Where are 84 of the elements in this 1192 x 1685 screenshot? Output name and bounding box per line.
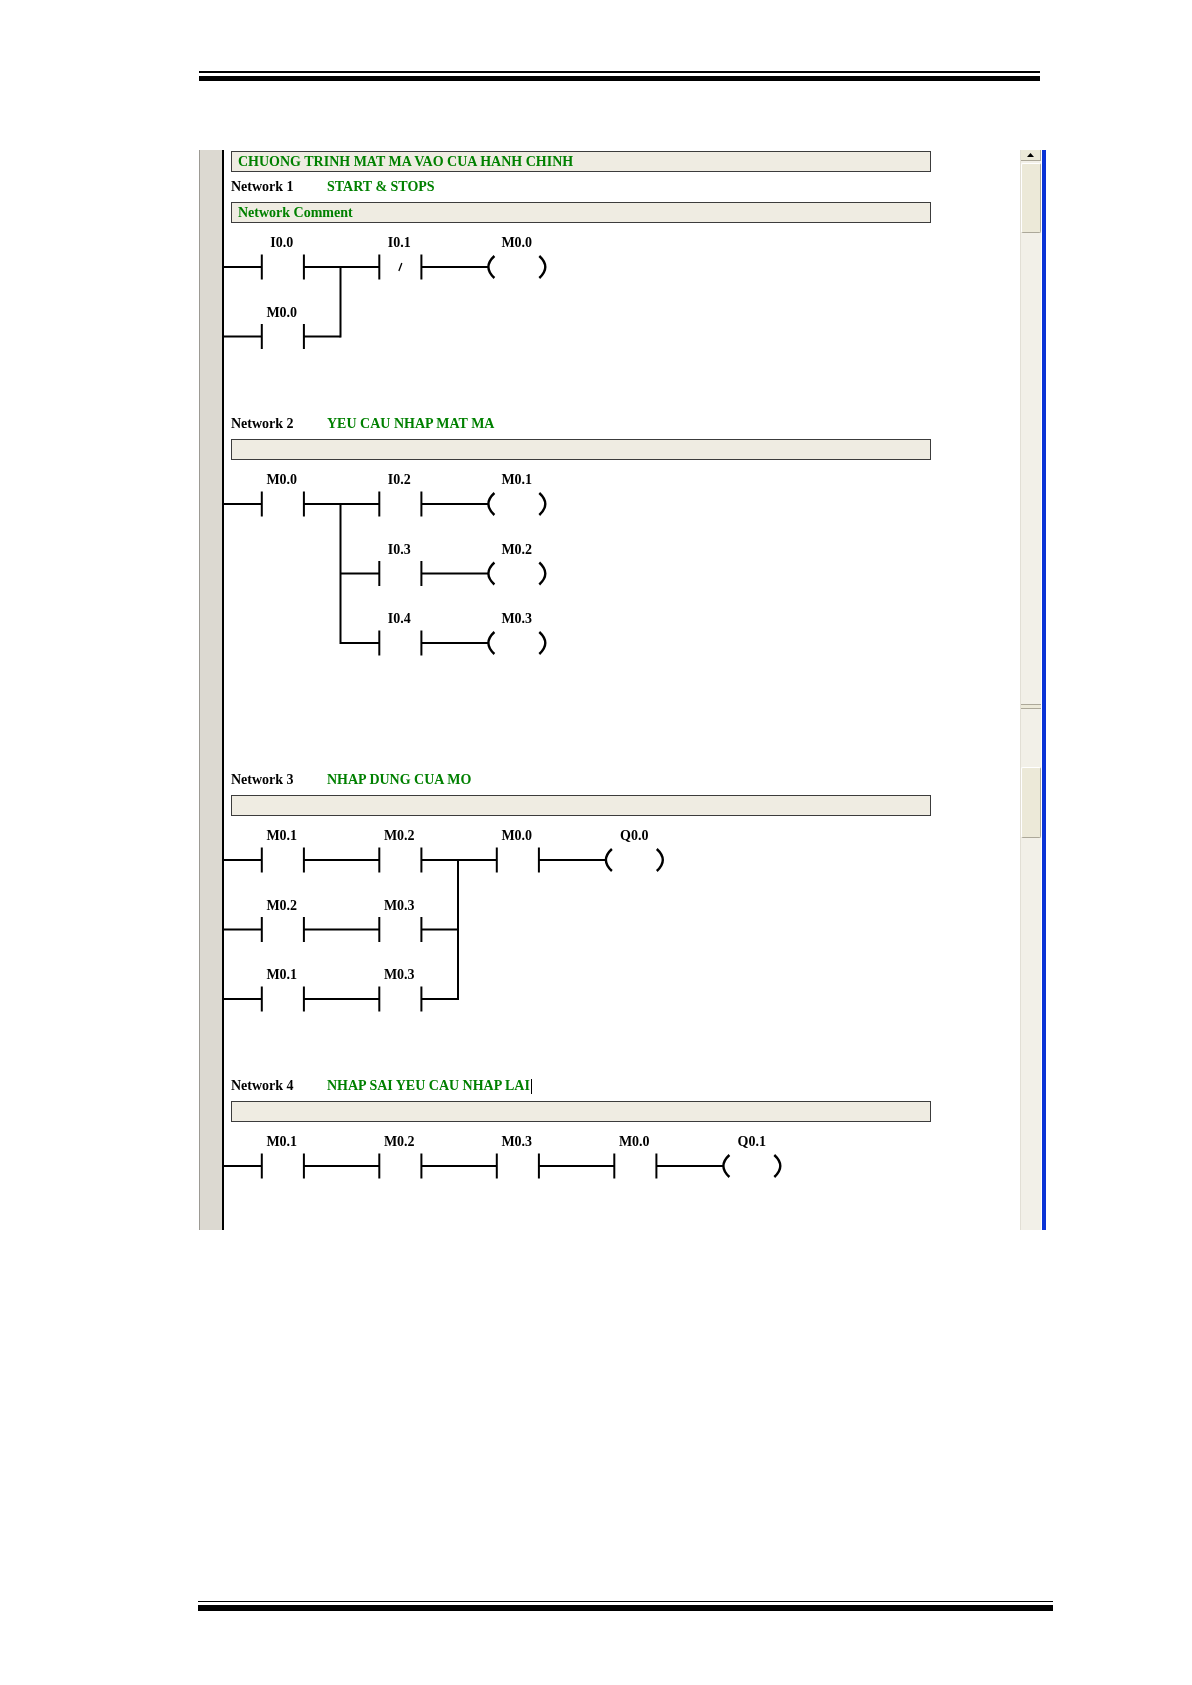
normally-open-contact bbox=[378, 629, 423, 656]
output-coil bbox=[487, 491, 547, 516]
operand-label: M0.0 bbox=[266, 471, 298, 487]
scrollbar-thumb[interactable] bbox=[1021, 163, 1041, 233]
operand-label: M0.0 bbox=[501, 828, 533, 843]
comment-field[interactable] bbox=[231, 438, 931, 460]
rung-wire bbox=[224, 859, 263, 861]
operand-label: M0.1 bbox=[266, 828, 298, 843]
normally-open-contact bbox=[378, 916, 423, 943]
operand-label: M0.2 bbox=[383, 1134, 415, 1149]
program-comment-field[interactable]: CHUONG TRINH MAT MA VAO CUA HANH CHINH bbox=[231, 151, 931, 172]
operand-label: I0.1 bbox=[387, 235, 411, 250]
operand-label: I0.3 bbox=[387, 541, 411, 556]
operand-label: M0.2 bbox=[501, 541, 533, 556]
output-coil bbox=[487, 561, 547, 585]
rung-wire bbox=[420, 928, 459, 931]
scrollbar-thumb[interactable] bbox=[1021, 767, 1041, 838]
network-label: Network 4 bbox=[231, 1079, 295, 1093]
operand-label: M0.1 bbox=[501, 471, 533, 487]
operand-label: M0.2 bbox=[266, 897, 298, 913]
operand-label: I0.2 bbox=[387, 471, 411, 487]
rung-wire bbox=[339, 572, 381, 574]
normally-open-contact bbox=[378, 490, 423, 517]
rung-wire bbox=[224, 335, 263, 338]
normally-open-contact bbox=[260, 916, 305, 943]
rung-wire bbox=[224, 266, 263, 268]
operand-label: M0.3 bbox=[383, 897, 415, 913]
output-coil bbox=[604, 848, 664, 872]
operand-label: Q0.1 bbox=[737, 1134, 766, 1149]
operand-label: M0.0 bbox=[266, 304, 298, 320]
output-coil bbox=[487, 630, 547, 655]
normally-open-contact bbox=[260, 253, 305, 281]
normally-open-contact bbox=[260, 490, 305, 517]
network-title: NHAP DUNG CUA MO bbox=[327, 773, 472, 787]
operand-label: Q0.0 bbox=[620, 828, 649, 843]
network-title: YEU CAU NHAP MAT MA bbox=[327, 416, 495, 431]
rung-wire bbox=[224, 928, 263, 931]
normally-open-contact bbox=[495, 846, 540, 874]
normally-open-contact bbox=[613, 1152, 658, 1180]
normally-open-contact bbox=[378, 985, 423, 1013]
scroll-up-button[interactable] bbox=[1021, 150, 1041, 161]
scroll-down-button[interactable] bbox=[1021, 704, 1041, 709]
output-coil bbox=[487, 255, 547, 279]
rung-wire bbox=[655, 1165, 725, 1167]
operand-label: M0.0 bbox=[501, 235, 533, 250]
operand-label: M0.3 bbox=[501, 610, 533, 626]
operand-label: M0.3 bbox=[501, 1134, 533, 1149]
operand-label: M0.2 bbox=[383, 828, 415, 843]
rung-wire bbox=[420, 502, 490, 505]
up-triangle-icon bbox=[1027, 153, 1034, 157]
network-title: START & STOPS bbox=[327, 180, 435, 194]
normally-open-contact bbox=[378, 1152, 423, 1180]
normally-open-contact bbox=[378, 559, 423, 587]
output-coil bbox=[722, 1154, 782, 1178]
network-label: Network 2 bbox=[231, 416, 295, 431]
rung-wire bbox=[302, 335, 342, 338]
normally-open-contact bbox=[260, 323, 305, 350]
rung-wire bbox=[224, 1165, 263, 1167]
rung-wire bbox=[339, 641, 381, 644]
operand-label: I0.0 bbox=[270, 235, 294, 250]
operand-label: M0.1 bbox=[266, 967, 298, 982]
rung-wire bbox=[420, 572, 490, 574]
normally-closed-contact bbox=[378, 253, 423, 281]
network-label: Network 1 bbox=[231, 180, 295, 194]
comment-field[interactable] bbox=[231, 1101, 931, 1122]
rung-wire bbox=[420, 266, 490, 268]
rung-wire bbox=[537, 859, 607, 861]
operand-label: M0.3 bbox=[383, 967, 415, 982]
operand-label: M0.1 bbox=[266, 1134, 298, 1149]
rung-wire bbox=[224, 998, 263, 1000]
network-title: NHAP SAI YEU CAU NHAP LAI bbox=[327, 1079, 530, 1093]
normally-open-contact bbox=[260, 985, 305, 1013]
rung-wire bbox=[420, 998, 459, 1000]
comment-field[interactable] bbox=[231, 795, 931, 816]
normally-open-contact bbox=[260, 846, 305, 874]
normally-open-contact bbox=[378, 846, 423, 874]
normally-open-contact bbox=[260, 1152, 305, 1180]
comment-field[interactable]: Network Comment bbox=[231, 202, 931, 223]
network-label: Network 3 bbox=[231, 773, 295, 787]
operand-label: I0.4 bbox=[387, 610, 411, 626]
rung-wire bbox=[420, 641, 490, 644]
rung-wire bbox=[224, 502, 263, 505]
operand-label: M0.0 bbox=[618, 1134, 650, 1149]
normally-open-contact bbox=[495, 1152, 540, 1180]
